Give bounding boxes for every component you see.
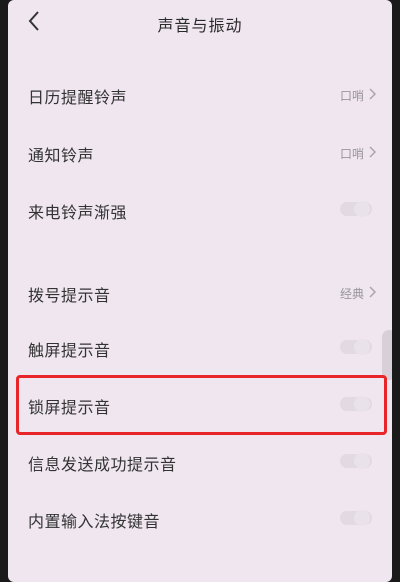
row-label: 日历提醒铃声 (28, 88, 128, 107)
row-label: 拨号提示音 (28, 286, 111, 305)
incoming-ring-crescendo-item: 来电铃声渐强 (8, 189, 392, 229)
calendar-reminder-ringtone-item[interactable]: 日历提醒铃声 口哨 (8, 74, 392, 114)
lock-screen-sound-toggle[interactable] (340, 396, 372, 412)
scroll-handle[interactable] (382, 330, 392, 380)
row-value: 口哨 (339, 89, 364, 103)
keyboard-sound-item: 内置输入法按键音 (8, 498, 392, 538)
toggle-knob (354, 510, 370, 526)
keyboard-sound-toggle[interactable] (340, 510, 372, 526)
row-value: 口哨 (339, 147, 364, 161)
toggle-knob (354, 201, 370, 217)
message-sent-sound-toggle[interactable] (340, 453, 372, 469)
lock-screen-sound-item: 锁屏提示音 (8, 384, 392, 424)
crescendo-toggle[interactable] (340, 201, 372, 217)
touch-sound-toggle[interactable] (340, 339, 372, 355)
touch-sound-item: 触屏提示音 (8, 327, 392, 367)
row-label: 触屏提示音 (28, 341, 111, 360)
chevron-right-icon (369, 286, 376, 298)
chevron-right-icon (369, 88, 376, 100)
row-label: 来电铃声渐强 (28, 203, 128, 222)
toggle-knob (354, 396, 370, 412)
toggle-knob (354, 453, 370, 469)
header: 声音与振动 (8, 0, 392, 44)
row-label: 通知铃声 (28, 146, 95, 165)
settings-screen: 声音与振动 日历提醒铃声 口哨 通知铃声 口哨 来电铃声渐强 拨号提示音 经典 … (8, 0, 392, 582)
row-label: 内置输入法按键音 (28, 512, 161, 531)
page-title: 声音与振动 (157, 16, 243, 35)
dial-tone-item[interactable]: 拨号提示音 经典 (8, 272, 392, 312)
chevron-right-icon (369, 146, 376, 158)
row-label: 信息发送成功提示音 (28, 455, 177, 474)
toggle-knob (354, 339, 370, 355)
row-label: 锁屏提示音 (28, 398, 111, 417)
notification-ringtone-item[interactable]: 通知铃声 口哨 (8, 132, 392, 172)
row-value: 经典 (339, 287, 364, 301)
message-sent-sound-item: 信息发送成功提示音 (8, 441, 392, 481)
